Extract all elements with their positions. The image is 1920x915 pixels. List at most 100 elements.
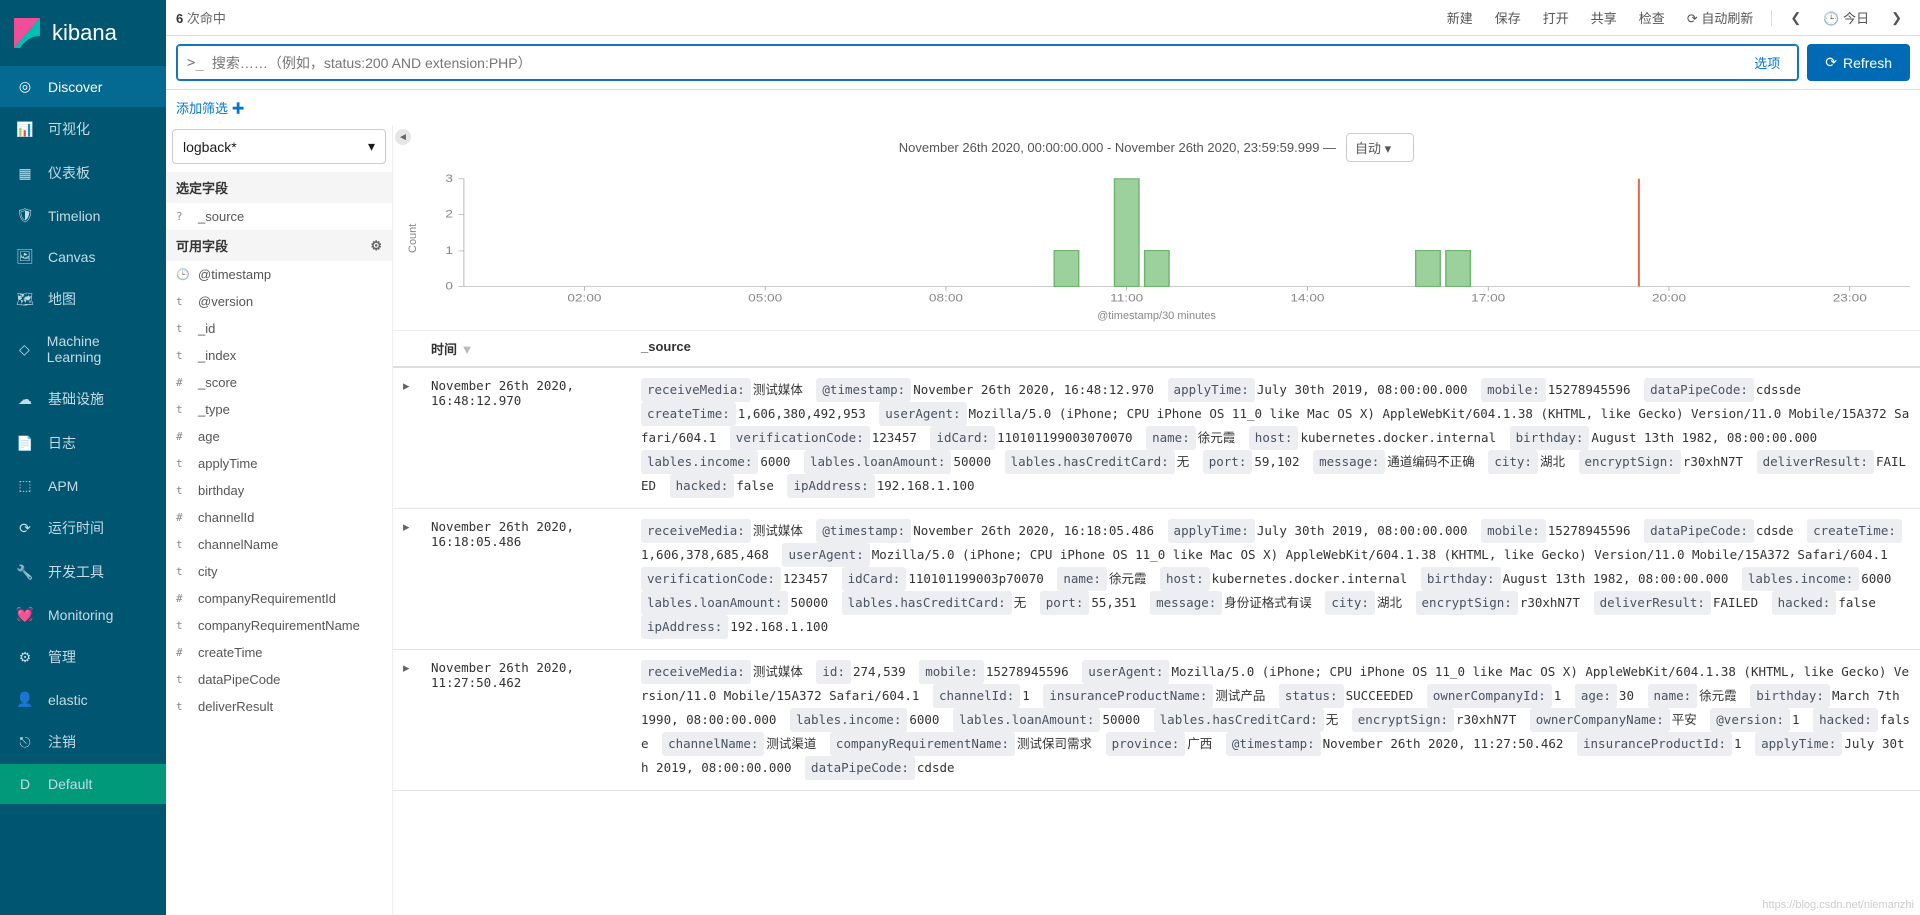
field-key[interactable]: encryptSign: xyxy=(1579,450,1681,474)
col-time-header[interactable]: 时间 ▼ xyxy=(431,339,641,358)
field-item[interactable]: t_id xyxy=(166,315,392,342)
prev-time-button[interactable]: ❮ xyxy=(1782,6,1809,30)
field-key[interactable]: receiveMedia: xyxy=(641,378,751,402)
index-pattern-select[interactable]: logback* ▾ xyxy=(172,129,386,164)
field-key[interactable]: port: xyxy=(1040,591,1090,615)
field-key[interactable]: ownerCompanyId: xyxy=(1427,684,1552,708)
field-key[interactable]: birthday: xyxy=(1510,426,1590,450)
histogram-bar[interactable] xyxy=(1145,251,1170,287)
nav-item-canvas[interactable]: 🖼Canvas xyxy=(0,236,166,277)
field-key[interactable]: lables.hasCreditCard: xyxy=(842,591,1012,615)
field-key[interactable]: dataPipeCode: xyxy=(805,756,915,780)
histogram-bar[interactable] xyxy=(1416,251,1441,287)
field-key[interactable]: ipAddress: xyxy=(641,615,728,639)
topbar-link[interactable]: 共享 xyxy=(1583,4,1625,31)
nav-item-logs[interactable]: 📄日志 xyxy=(0,421,166,465)
field-key[interactable]: lables.income: xyxy=(790,708,907,732)
field-key[interactable]: verificationCode: xyxy=(730,426,870,450)
field-key[interactable]: userAgent: xyxy=(879,402,966,426)
field-item[interactable]: tcity xyxy=(166,558,392,585)
field-key[interactable]: lables.hasCreditCard: xyxy=(1154,708,1324,732)
field-key[interactable]: deliverResult: xyxy=(1594,591,1711,615)
field-key[interactable]: hacked: xyxy=(670,474,735,498)
field-key[interactable]: companyRequirementName: xyxy=(830,732,1015,756)
field-key[interactable]: lables.hasCreditCard: xyxy=(1005,450,1175,474)
interval-select[interactable]: 自动 ▾ xyxy=(1346,133,1414,162)
field-key[interactable]: verificationCode: xyxy=(641,567,781,591)
histogram-bar[interactable] xyxy=(1446,251,1471,287)
field-item[interactable]: #createTime xyxy=(166,639,392,666)
field-item[interactable]: tdeliverResult xyxy=(166,693,392,720)
field-key[interactable]: host: xyxy=(1249,426,1299,450)
field-key[interactable]: lables.income: xyxy=(641,450,758,474)
col-source-header[interactable]: _source xyxy=(641,339,1910,358)
nav-item-apm[interactable]: ⬚APM xyxy=(0,465,166,506)
field-key[interactable]: message: xyxy=(1150,591,1222,615)
nav-item-gear[interactable]: ⚙管理 xyxy=(0,635,166,679)
field-key[interactable]: deliverResult: xyxy=(1757,450,1874,474)
field-key[interactable]: message: xyxy=(1313,450,1385,474)
field-key[interactable]: name: xyxy=(1057,567,1107,591)
field-item[interactable]: tchannelName xyxy=(166,531,392,558)
field-key[interactable]: lables.loanAmount: xyxy=(804,450,951,474)
field-key[interactable]: age: xyxy=(1575,684,1617,708)
field-item[interactable]: t_index xyxy=(166,342,392,369)
field-key[interactable]: insuranceProductName: xyxy=(1043,684,1213,708)
field-item[interactable]: #channelId xyxy=(166,504,392,531)
collapse-fields-button[interactable]: ◄ xyxy=(395,129,411,145)
field-key[interactable]: mobile: xyxy=(1481,378,1546,402)
field-key[interactable]: city: xyxy=(1488,450,1538,474)
field-key[interactable]: @timestamp: xyxy=(816,378,911,402)
field-item[interactable]: tcompanyRequirementName xyxy=(166,612,392,639)
histogram-bar[interactable] xyxy=(1114,179,1139,287)
field-key[interactable]: hacked: xyxy=(1813,708,1878,732)
field-key[interactable]: createTime: xyxy=(641,402,736,426)
nav-item-bar-chart[interactable]: 📊可视化 xyxy=(0,107,166,151)
field-key[interactable]: channelName: xyxy=(662,732,764,756)
field-key[interactable]: lables.income: xyxy=(1742,567,1859,591)
field-key[interactable]: applyTime: xyxy=(1755,732,1842,756)
field-key[interactable]: name: xyxy=(1146,426,1196,450)
field-key[interactable]: birthday: xyxy=(1750,684,1830,708)
field-item[interactable]: t_type xyxy=(166,396,392,423)
expand-row-button[interactable]: ▸ xyxy=(403,660,431,780)
add-filter-link[interactable]: 添加筛选 ✚ xyxy=(176,98,245,117)
nav-item-logout[interactable]: ⎋注销 xyxy=(0,720,166,764)
gear-icon[interactable]: ⚙ xyxy=(370,238,382,254)
nav-item-monitoring[interactable]: 💓Monitoring xyxy=(0,594,166,635)
field-key[interactable]: lables.loanAmount: xyxy=(641,591,788,615)
field-key[interactable]: applyTime: xyxy=(1168,378,1255,402)
field-key[interactable]: receiveMedia: xyxy=(641,519,751,543)
field-key[interactable]: idCard: xyxy=(842,567,907,591)
field-key[interactable]: birthday: xyxy=(1421,567,1501,591)
field-key[interactable]: mobile: xyxy=(1481,519,1546,543)
field-key[interactable]: dataPipeCode: xyxy=(1644,378,1754,402)
field-key[interactable]: userAgent: xyxy=(1082,660,1169,684)
nav-item-uptime[interactable]: ⟳运行时间 xyxy=(0,506,166,550)
field-item[interactable]: #_score xyxy=(166,369,392,396)
nav-item-compass[interactable]: ◎Discover xyxy=(0,66,166,107)
field-key[interactable]: idCard: xyxy=(930,426,995,450)
field-key[interactable]: hacked: xyxy=(1772,591,1837,615)
field-key[interactable]: name: xyxy=(1648,684,1698,708)
field-key[interactable]: status: xyxy=(1279,684,1344,708)
field-key[interactable]: province: xyxy=(1106,732,1186,756)
topbar-link[interactable]: 打开 xyxy=(1535,4,1577,31)
field-key[interactable]: encryptSign: xyxy=(1416,591,1518,615)
time-picker[interactable]: 🕒 今日 xyxy=(1815,4,1877,31)
topbar-link[interactable]: 检查 xyxy=(1631,4,1673,31)
field-key[interactable]: mobile: xyxy=(919,660,984,684)
auto-refresh-link[interactable]: ⟳ 自动刷新 xyxy=(1679,4,1762,31)
field-item[interactable]: #age xyxy=(166,423,392,450)
field-key[interactable]: insuranceProductId: xyxy=(1577,732,1732,756)
field-key[interactable]: @timestamp: xyxy=(1226,732,1321,756)
field-key[interactable]: port: xyxy=(1203,450,1253,474)
query-input[interactable] xyxy=(212,55,1746,71)
field-item[interactable]: t@version xyxy=(166,288,392,315)
field-key[interactable]: dataPipeCode: xyxy=(1644,519,1754,543)
field-key[interactable]: receiveMedia: xyxy=(641,660,751,684)
histogram-chart[interactable]: 0 1 2 3 02:0005:0008:0011:0014:0017:0020… xyxy=(423,168,1910,308)
expand-row-button[interactable]: ▸ xyxy=(403,378,431,498)
field-key[interactable]: id: xyxy=(816,660,851,684)
nav-item-ml[interactable]: ◇Machine Learning xyxy=(0,321,166,377)
